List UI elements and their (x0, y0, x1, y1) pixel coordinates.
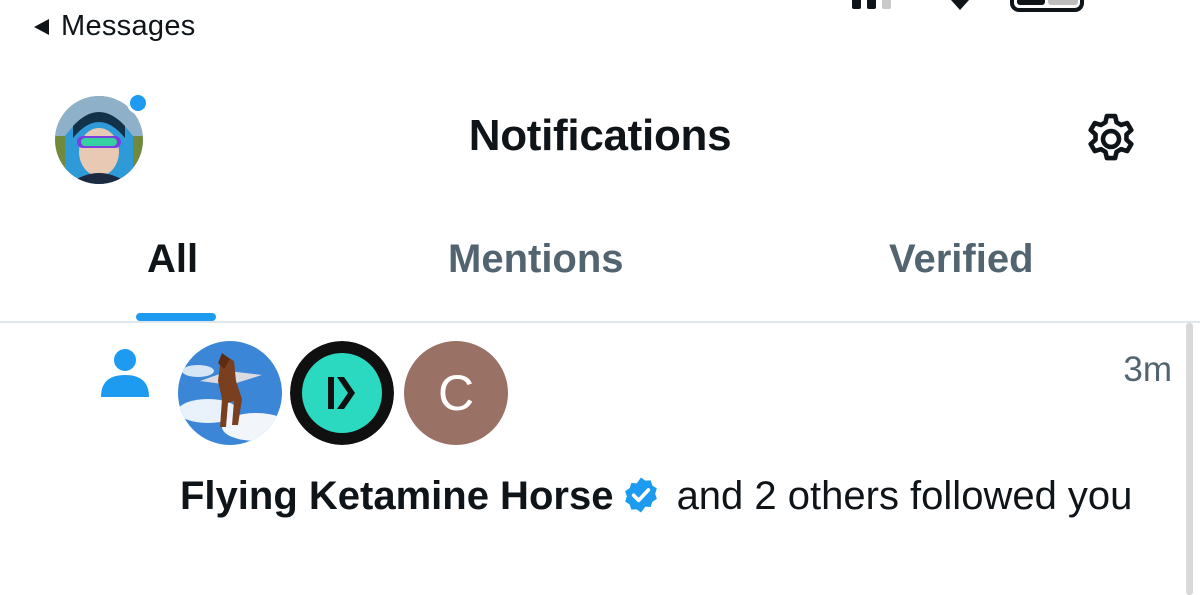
page-title: Notifications (468, 111, 732, 160)
notification-text: Flying Ketamine Horse and 2 others follo… (180, 470, 1170, 523)
avatar[interactable] (178, 341, 282, 445)
avatar[interactable] (290, 341, 394, 445)
person-icon (99, 347, 151, 399)
battery-icon (1010, 0, 1084, 12)
avatar[interactable]: C (404, 341, 508, 445)
cellular-signal-icon (852, 0, 891, 9)
back-to-messages[interactable]: Messages (34, 10, 196, 43)
notification-tabs: All Mentions Verified (0, 230, 1200, 322)
active-tab-indicator (136, 313, 216, 321)
tab-all[interactable]: All (147, 237, 198, 282)
back-label: Messages (61, 10, 196, 42)
user-name-link[interactable]: Flying Ketamine Horse (180, 474, 613, 518)
notification-action: and 2 others followed you (676, 474, 1133, 518)
avatar-initial: C (437, 365, 475, 421)
settings-gear-icon[interactable] (1082, 110, 1140, 168)
back-arrow-icon (34, 18, 49, 35)
timestamp: 3m (1123, 350, 1172, 389)
divider (0, 321, 1200, 323)
scrollbar[interactable] (1186, 323, 1193, 595)
tab-mentions[interactable]: Mentions (448, 237, 624, 282)
wifi-icon (951, 0, 969, 10)
tab-verified[interactable]: Verified (889, 237, 1034, 282)
verified-badge-icon (621, 475, 661, 515)
